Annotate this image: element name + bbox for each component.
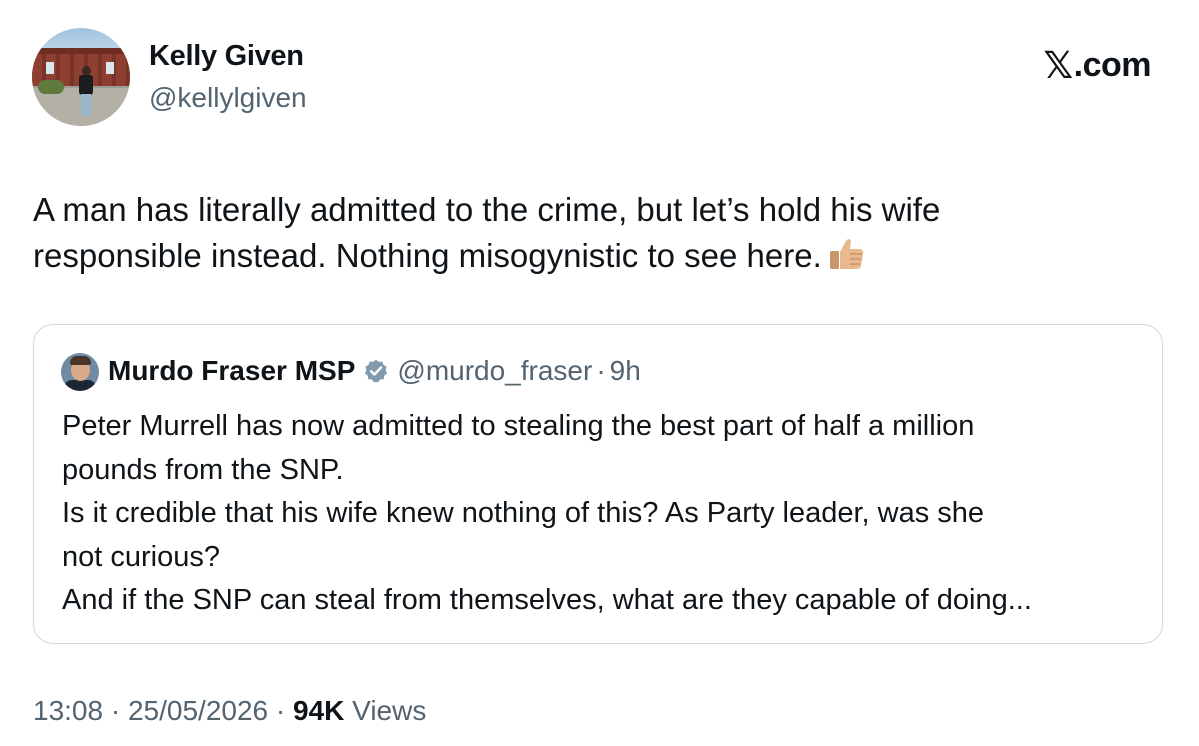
avatar-window — [46, 62, 54, 74]
separator-dot: · — [596, 355, 606, 386]
author-avatar[interactable] — [32, 28, 130, 126]
brand-logo: 𝕏 .com — [1043, 44, 1151, 87]
quoted-line: pounds from the SNP. — [62, 453, 344, 486]
quoted-line: not curious? — [62, 540, 220, 573]
author-handle[interactable]: @kellylgiven — [149, 82, 307, 114]
verified-badge-icon — [365, 359, 388, 383]
tweet-time[interactable]: 13:08 — [33, 695, 103, 726]
quoted-tweet-time[interactable]: 9h — [610, 355, 641, 387]
quoted-line: Is it credible that his wife knew nothin… — [62, 497, 985, 529]
avatar-person — [78, 66, 94, 118]
quoted-author-name[interactable]: Murdo Fraser MSP — [108, 355, 355, 387]
tweet-date[interactable]: 25/05/2026 — [128, 695, 268, 726]
quoted-tweet-header: Murdo Fraser MSP @murdo_fraser · 9h — [108, 355, 641, 387]
quoted-tweet-card[interactable]: Murdo Fraser MSP @murdo_fraser · 9h Pete… — [33, 324, 1163, 644]
brand-label: .com — [1073, 46, 1152, 84]
tweet-line: responsible instead. Nothing misogynisti… — [33, 237, 822, 274]
views-label: Views — [352, 695, 427, 726]
separator-dot: · — [275, 695, 286, 726]
views-count: 94K — [293, 695, 345, 726]
quoted-line: And if the SNP can steal from themselves… — [62, 584, 1032, 616]
tweet-line-with-emoji: responsible instead. Nothing misogynisti… — [33, 233, 1153, 279]
tweet-text: A man has literally admitted to the crim… — [33, 187, 1153, 279]
quoted-author-handle[interactable]: @murdo_fraser — [397, 355, 592, 387]
quoted-line: Peter Murrell has now admitted to steali… — [62, 410, 975, 442]
author-name[interactable]: Kelly Given — [149, 40, 304, 73]
avatar-bush — [38, 80, 64, 94]
tweet-line: A man has literally admitted to the crim… — [33, 191, 941, 228]
quoted-tweet-text: Peter Murrell has now admitted to steali… — [62, 405, 1142, 623]
x-logo-icon: 𝕏 — [1043, 45, 1073, 86]
avatar-window — [106, 62, 114, 74]
separator-dot: · — [110, 695, 121, 726]
quoted-author-avatar[interactable] — [61, 353, 99, 391]
thumbs-up-icon — [829, 239, 863, 269]
tweet-meta: 13:08 · 25/05/2026 · 94K Views — [33, 695, 426, 727]
